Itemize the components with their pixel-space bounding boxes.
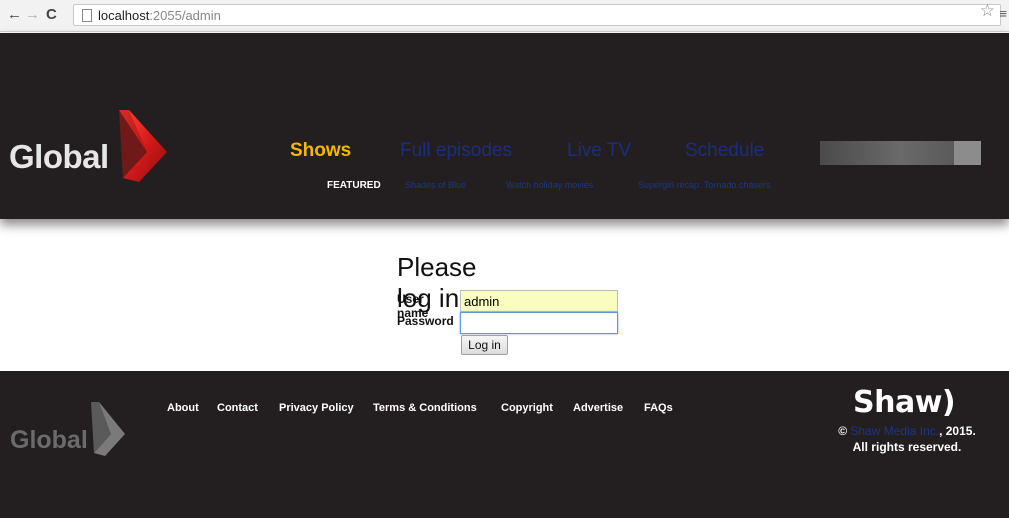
- address-bar[interactable]: localhost:2055/admin: [73, 4, 1001, 26]
- footer-link-copyright[interactable]: Copyright: [501, 402, 553, 414]
- address-bar-text[interactable]: localhost:2055/admin: [98, 8, 221, 23]
- footer-link-faqs[interactable]: FAQs: [644, 402, 673, 414]
- nav-shows[interactable]: Shows: [290, 140, 351, 162]
- password-label: Password: [397, 314, 454, 328]
- footer-link-about[interactable]: About: [167, 402, 199, 414]
- bookmark-star-icon[interactable]: ☆: [980, 1, 995, 21]
- copyright-year: , 2015.: [939, 424, 976, 438]
- featured-link-shades-of-blue[interactable]: Shades of Blue: [405, 180, 466, 190]
- login-button[interactable]: Log in: [461, 335, 508, 355]
- footer-link-terms[interactable]: Terms & Conditions: [373, 402, 477, 414]
- shaw-logo[interactable]: Shaw): [853, 385, 956, 420]
- logo-text: Global: [9, 138, 109, 175]
- footer-logo-chevron-icon: [91, 402, 125, 456]
- reload-icon[interactable]: C: [46, 7, 57, 23]
- username-field[interactable]: [460, 290, 618, 312]
- password-field[interactable]: [460, 312, 618, 334]
- browser-menu-icon[interactable]: ≡: [999, 6, 1007, 21]
- copyright-symbol: ©: [838, 424, 848, 438]
- nav-live-tv[interactable]: Live TV: [567, 140, 631, 162]
- header-search-button[interactable]: [954, 141, 981, 165]
- copyright-notice: © Shaw Media Inc., 2015. All rights rese…: [822, 423, 992, 455]
- footer-logo-text: Global: [10, 426, 88, 454]
- url-host: localhost: [98, 8, 150, 23]
- site-header: Global Shows Full episodes Live TV Sched…: [0, 33, 1009, 219]
- back-arrow-icon[interactable]: ←: [7, 7, 22, 23]
- forward-arrow-icon[interactable]: →: [25, 7, 40, 23]
- footer-link-privacy-policy[interactable]: Privacy Policy: [279, 402, 354, 414]
- url-path: :2055/admin: [149, 8, 221, 23]
- logo-chevron-icon: [119, 110, 167, 182]
- nav-full-episodes[interactable]: Full episodes: [400, 140, 512, 162]
- site-footer: Global About Contact Privacy Policy Term…: [0, 371, 1009, 518]
- featured-label: FEATURED: [327, 180, 381, 191]
- copyright-rights: All rights reserved.: [852, 440, 962, 454]
- featured-link-supergirl[interactable]: Supergirl recap: Tornado chasers: [638, 180, 770, 190]
- copyright-company-link[interactable]: Shaw Media Inc.: [850, 424, 939, 438]
- featured-link-holiday-movies[interactable]: Watch holiday movies: [506, 180, 593, 190]
- browser-toolbar: ← → C localhost:2055/admin ☆ ≡: [0, 0, 1009, 32]
- footer-link-contact[interactable]: Contact: [217, 402, 258, 414]
- footer-link-advertise[interactable]: Advertise: [573, 402, 623, 414]
- page-icon: [82, 9, 92, 22]
- header-search-input[interactable]: [820, 141, 954, 165]
- nav-schedule[interactable]: Schedule: [685, 140, 764, 162]
